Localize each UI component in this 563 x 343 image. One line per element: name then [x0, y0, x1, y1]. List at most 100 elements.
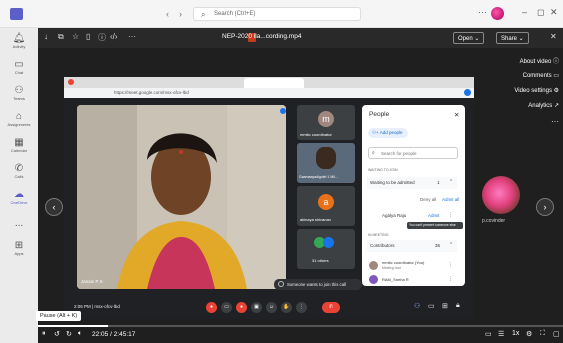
search-icon: ⌕ — [372, 150, 375, 156]
person-more-icon[interactable]: ⋮ — [448, 212, 453, 218]
more-icon[interactable]: ⋮ — [296, 302, 307, 313]
fullscreen-icon[interactable]: ⛶ — [540, 330, 545, 338]
collapse-icon[interactable]: ⌃ — [449, 242, 453, 248]
mic-off-icon[interactable]: ● — [206, 302, 217, 313]
pause-icon[interactable]: ⏸ — [42, 330, 46, 338]
video-settings-item[interactable]: Video settings ⚙ — [514, 87, 559, 94]
settings-icon[interactable]: ⚙ — [526, 330, 532, 338]
activities-icon[interactable]: ⊞ — [442, 302, 448, 310]
rail-activity[interactable]: 🔔︎ Activity — [0, 33, 38, 49]
copy-link-icon[interactable]: ⧉ — [58, 32, 64, 42]
embed-icon[interactable]: ‹/› — [110, 32, 118, 41]
active-tab — [244, 78, 304, 88]
viewer-toolbar: ↓ ⧉ ☆ ▯ ⓘ ‹/› ··· NEP-2020 lla...cording… — [38, 28, 563, 48]
viewer-more-icon[interactable]: ··· — [128, 32, 136, 41]
volume-icon[interactable]: 🔈︎ — [78, 330, 82, 338]
download-icon[interactable]: ↓ — [44, 32, 48, 41]
about-video-item[interactable]: About video ⓘ — [520, 56, 559, 65]
participant-name: akinaya shivanan — [300, 217, 331, 222]
collapse-icon[interactable]: ⌃ — [449, 179, 453, 185]
address-url: https://meet.google.com/msx-ofcv-lbd — [114, 90, 189, 95]
search-input[interactable]: Search (Ctrl+E) — [214, 11, 256, 17]
join-request-notice[interactable]: Someone wants to join this call — [274, 279, 362, 290]
close-icon[interactable]: ✕ — [550, 7, 558, 18]
more-icon: ... — [14, 218, 24, 229]
share-button[interactable]: Share ⌄ — [496, 32, 529, 44]
pause-tooltip: Pause (Alt + K) — [36, 311, 82, 321]
contributors-row[interactable]: Contributors 36 ⌃ — [367, 240, 457, 252]
member-more-icon[interactable]: ⋮ — [448, 262, 453, 268]
more-options-icon[interactable]: ··· — [478, 7, 487, 17]
waiting-header: WAITING TO JOIN — [368, 168, 398, 172]
comments-item[interactable]: Comments ▭ — [523, 72, 559, 79]
people-icon[interactable]: ⚇ — [414, 302, 420, 310]
forward-icon[interactable]: › — [179, 9, 182, 19]
next-file-icon[interactable]: › — [536, 198, 554, 216]
bell-icon: 🔔︎ — [12, 33, 26, 44]
close-viewer-icon[interactable]: ✕ — [550, 32, 557, 41]
speaking-indicator-icon — [280, 108, 286, 114]
side-more-icon[interactable]: ··· — [551, 117, 559, 126]
rewind-icon[interactable]: ↺ — [54, 330, 60, 338]
profile-avatar[interactable] — [491, 7, 504, 20]
back-icon[interactable]: ‹ — [166, 9, 169, 19]
miniplayer-icon[interactable]: ▢ — [553, 330, 560, 338]
thumbnail-label: p.covinder — [482, 218, 506, 224]
people-search-input[interactable]: Search for people — [381, 151, 417, 156]
people-search-box[interactable]: ⌕ Search for people — [368, 147, 458, 159]
rail-calls[interactable]: ✆ Calls — [0, 163, 38, 179]
captions-icon[interactable]: ▭ — [485, 330, 492, 338]
rail-teams[interactable]: ⚇ Teams — [0, 85, 38, 101]
people-panel: People ✕ ⚇+ Add people ⌕ Search for peop… — [362, 105, 465, 286]
meeting-code: 2:05 PM | msx-ofcv-lbd — [74, 304, 120, 309]
member-more-icon[interactable]: ⋮ — [448, 276, 453, 282]
member-name: mmitc coordinator (You) — [382, 260, 425, 265]
speaker-video: Janani P S — [77, 105, 286, 289]
maximize-icon[interactable]: ◻ — [537, 7, 544, 18]
search-box[interactable]: ⌕ Search (Ctrl+E) — [193, 7, 361, 21]
deny-all-button[interactable]: Deny all — [420, 197, 436, 202]
star-icon[interactable]: ☆ — [72, 32, 79, 41]
add-people-button[interactable]: ⚇+ Add people — [368, 128, 408, 138]
analytics-item[interactable]: Analytics ↗ — [528, 102, 559, 109]
cc-icon[interactable]: ▭ — [221, 302, 232, 313]
speed-icon[interactable]: 1x — [512, 330, 519, 337]
lock-icon[interactable]: 🔒︎ — [456, 302, 460, 310]
transcript-icon[interactable]: ☰ — [498, 330, 504, 338]
chat-icon: ▭ — [14, 59, 24, 70]
rail-calendar[interactable]: ▦ Calendar — [0, 137, 38, 153]
speaker-image — [77, 105, 286, 289]
participant-video — [316, 147, 336, 169]
browser-address-bar: https://meet.google.com/msx-ofcv-lbd — [64, 88, 474, 98]
present-icon[interactable]: ▣ — [251, 302, 262, 313]
rail-chat[interactable]: ▭ Chat — [0, 59, 38, 75]
info-icon[interactable]: ⓘ — [98, 32, 106, 43]
admit-button[interactable]: Admit — [428, 213, 440, 218]
hand-icon[interactable]: ✋ — [281, 302, 292, 313]
delete-icon[interactable]: ▯ — [86, 32, 90, 41]
end-call-icon[interactable]: ✆ — [322, 302, 340, 313]
rail-apps[interactable]: ⊞ Apps — [0, 240, 38, 256]
participant-tile: Gaamaayadigolet 1 Mil... — [297, 143, 355, 183]
camera-off-icon[interactable]: ● — [236, 302, 247, 313]
search-icon: ⌕ — [201, 10, 206, 19]
forward-icon[interactable]: ↻ — [66, 330, 72, 338]
add-person-icon: ⚇+ — [372, 130, 379, 135]
rail-more[interactable]: ... — [0, 218, 38, 229]
next-file-thumbnail[interactable] — [482, 176, 520, 214]
minimize-icon[interactable]: – — [522, 7, 527, 17]
previous-file-icon[interactable]: ‹ — [45, 198, 63, 216]
waiting-row[interactable]: Waiting to be admitted 1 ⌃ — [367, 177, 457, 189]
rail-assignments[interactable]: ⌂ Assignments — [0, 111, 38, 127]
rail-onedrive[interactable]: ☁ OneDrive — [0, 189, 38, 205]
waiting-label: Waiting to be admitted — [370, 180, 415, 185]
open-button[interactable]: Open ⌄ — [453, 32, 485, 44]
admit-all-button[interactable]: Admit all — [442, 197, 459, 202]
participant-avatar: a — [318, 194, 334, 210]
close-people-icon[interactable]: ✕ — [454, 111, 459, 119]
chat-icon[interactable]: ▭ — [428, 302, 435, 310]
reactions-icon[interactable]: ☺ — [266, 302, 277, 313]
phone-icon: ✆ — [14, 163, 24, 174]
time-display: 22:05 / 2:45:17 — [92, 331, 136, 338]
waiting-person-name: Agalya Raju — [382, 213, 407, 218]
